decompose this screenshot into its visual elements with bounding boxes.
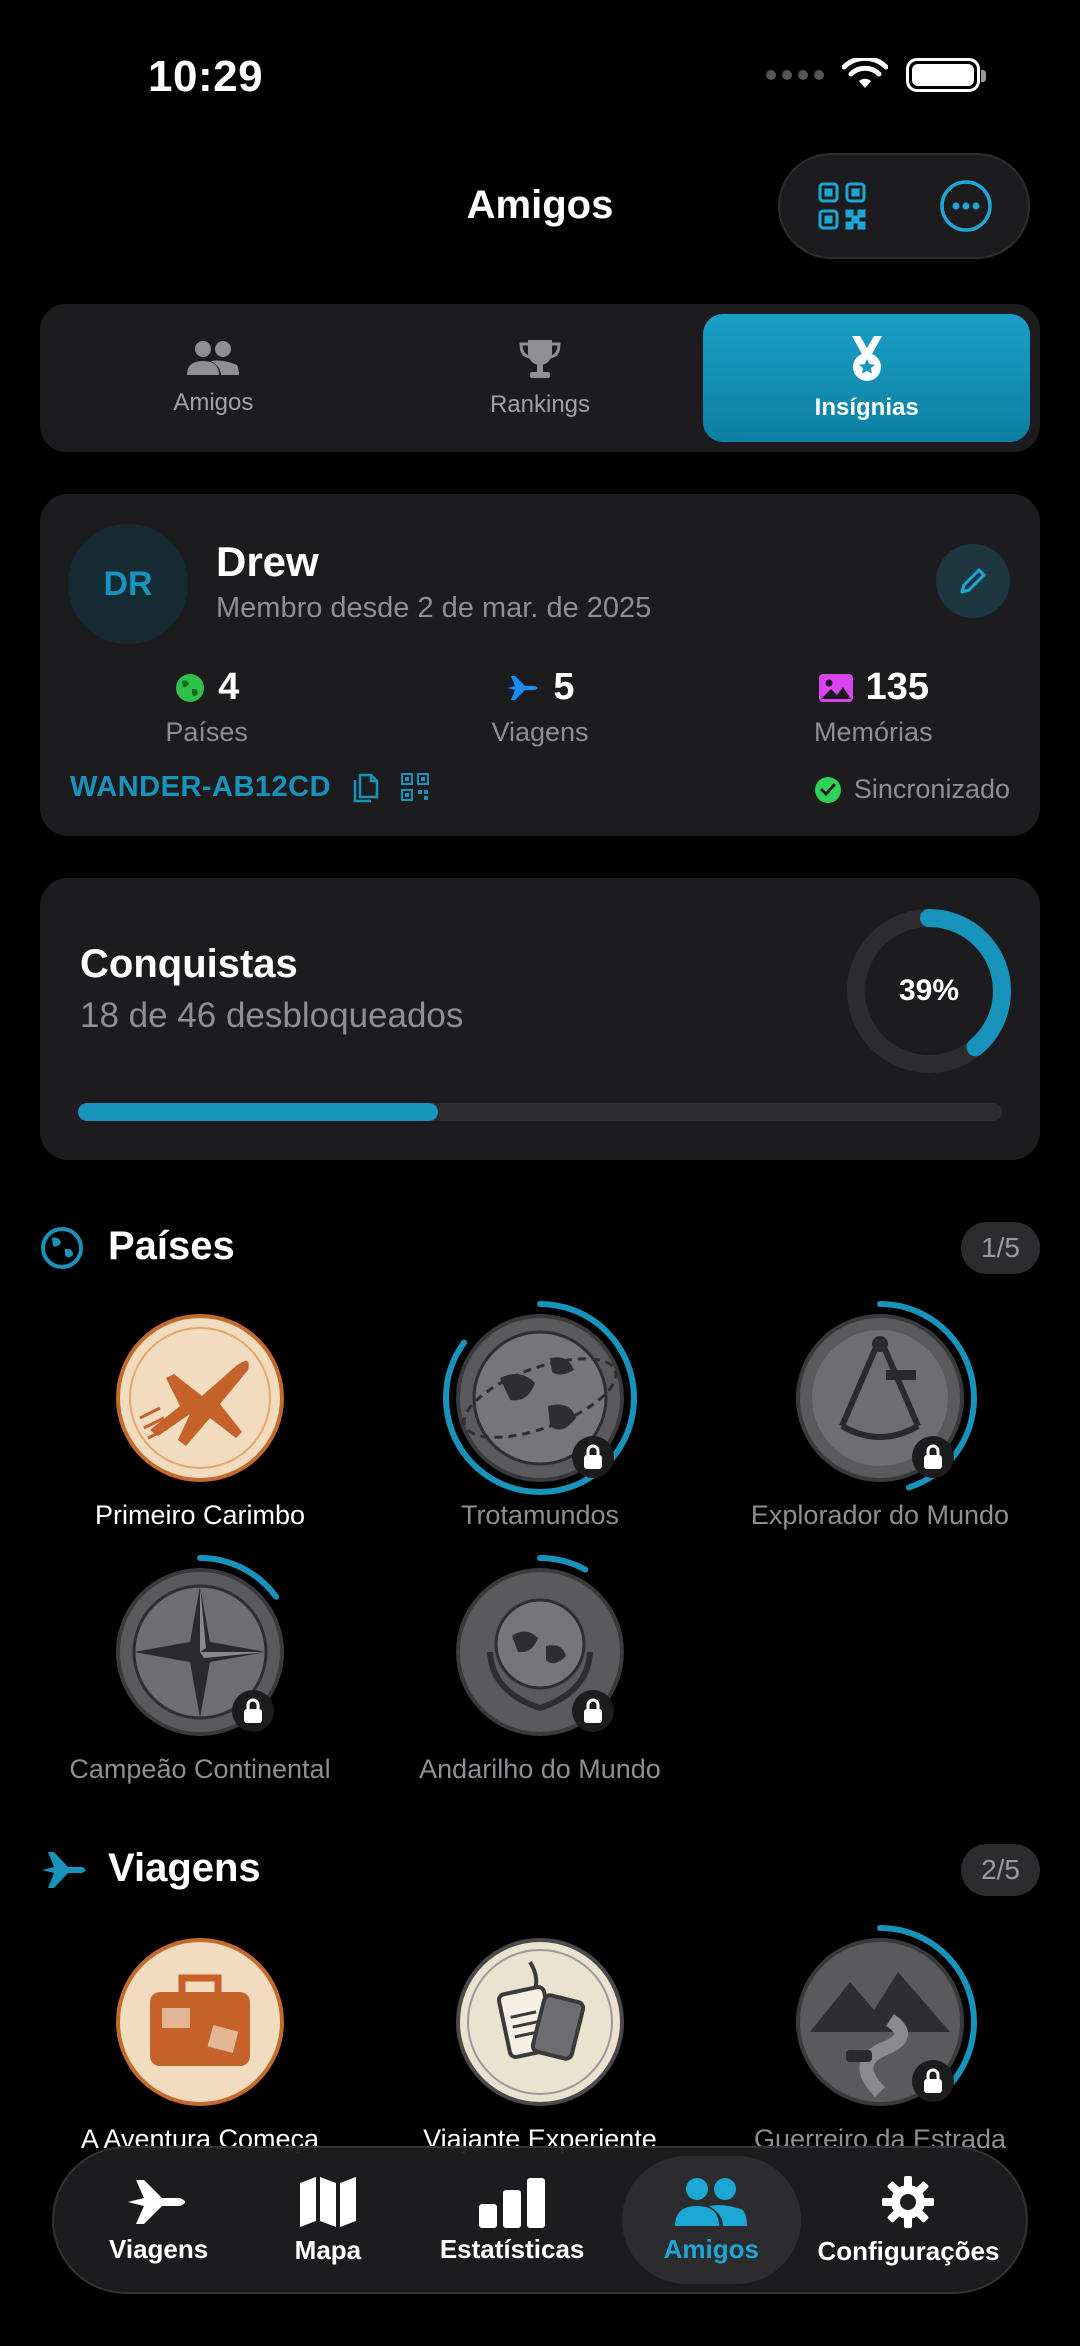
badge-campeao-continental[interactable]: Campeão Continental: [30, 1555, 370, 1785]
achievements-progress-fill: [78, 1103, 439, 1121]
qr-code-icon[interactable]: [401, 773, 430, 801]
badge-label: Primeiro Carimbo: [94, 1500, 306, 1530]
medal-icon: [851, 336, 882, 381]
lock-icon: [572, 1690, 614, 1732]
lock-icon: [912, 1436, 954, 1478]
badge-andarilho-do-mundo[interactable]: Andarilho do Mundo: [370, 1555, 710, 1785]
sync-status-label: Sincronizado: [853, 774, 1010, 804]
qr-code-button[interactable]: [802, 166, 882, 246]
globe-icon: [176, 673, 205, 702]
status-indicators: [766, 58, 986, 92]
stat-memories: 135 Memórias: [707, 666, 1040, 748]
badge-label: Trotamundos: [460, 1500, 620, 1530]
pencil-icon: [960, 568, 986, 594]
profile-card: DR Drew Membro desde 2 de mar. de 2025 4…: [40, 494, 1040, 836]
qr-code-icon: [818, 182, 866, 230]
tab-estatisticas-label: Estatísticas: [439, 2233, 585, 2264]
member-since: Membro desde 2 de mar. de 2025: [216, 592, 652, 624]
badge-label: Explorador do Mundo: [750, 1500, 1010, 1530]
stat-trips: 5 Viagens: [373, 666, 706, 748]
section-trips-title: Viagens: [108, 1846, 261, 1890]
cellular-signal-icon: [766, 70, 824, 80]
achievements-title: Conquistas: [80, 942, 298, 986]
achievements-percent: 39%: [898, 974, 960, 1007]
airplane-icon: [42, 1852, 86, 1888]
friend-code-row: WANDER-AB12CD: [70, 770, 430, 804]
lock-icon: [912, 2060, 954, 2102]
people-icon: [675, 2177, 748, 2226]
achievements-progress-bar: [78, 1103, 1002, 1121]
tab-configuracoes-label: Configurações: [817, 2235, 1000, 2266]
sync-status: Sincronizado: [814, 774, 1010, 805]
trophy-icon: [519, 340, 561, 378]
tab-amigos[interactable]: Amigos: [50, 314, 377, 442]
bar-chart-icon: [479, 2177, 546, 2228]
nav-header: Amigos: [0, 150, 1080, 270]
friend-code: WANDER-AB12CD: [70, 770, 332, 803]
status-bar: 10:29: [0, 0, 1080, 150]
tab-insignias[interactable]: Insígnias: [703, 314, 1031, 442]
stat-countries-label: Países: [165, 717, 248, 747]
tab-rankings-label: Rankings: [489, 391, 591, 418]
tab-viagens[interactable]: Viagens: [64, 2156, 253, 2284]
badge-label: Andarilho do Mundo: [419, 1754, 661, 1784]
badge-label: Campeão Continental: [69, 1754, 331, 1784]
header-actions: [778, 153, 1030, 259]
tab-mapa-label: Mapa: [294, 2234, 362, 2265]
tab-rankings[interactable]: Rankings: [377, 314, 704, 442]
lock-icon: [572, 1436, 614, 1478]
luggage-tags-icon: [456, 1938, 624, 2106]
copy-icon[interactable]: [351, 770, 381, 804]
avatar: DR: [68, 524, 188, 644]
segmented-control: Amigos Rankings Insígnias: [40, 304, 1040, 452]
status-time: 10:29: [148, 52, 264, 101]
more-icon: [940, 180, 992, 232]
people-icon: [187, 341, 240, 375]
photo-icon: [818, 673, 853, 702]
wifi-icon: [842, 58, 888, 88]
map-icon: [299, 2176, 356, 2227]
tab-amigos-bottom-label: Amigos: [663, 2233, 759, 2264]
profile-name: Drew: [216, 538, 319, 585]
stat-memories-value: 135: [865, 666, 930, 708]
badge-guerreiro-da-estrada[interactable]: Guerreiro da Estrada: [710, 1925, 1050, 2155]
lock-icon: [232, 1690, 274, 1732]
tab-configuracoes[interactable]: Configurações: [801, 2156, 1016, 2284]
stat-trips-label: Viagens: [491, 717, 589, 747]
stat-countries-value: 4: [218, 666, 240, 708]
badge-a-aventura-comeca[interactable]: A Aventura Começa: [30, 1932, 370, 2155]
section-trips-header: Viagens 2/5: [40, 1840, 1040, 1900]
tab-amigos-label: Amigos: [173, 389, 254, 416]
badge-primeiro-carimbo[interactable]: Primeiro Carimbo: [30, 1308, 370, 1531]
tab-mapa[interactable]: Mapa: [253, 2156, 402, 2284]
achievements-card: Conquistas 18 de 46 desbloqueados 39%: [40, 878, 1040, 1160]
badge-trotamundos[interactable]: Trotamundos: [370, 1301, 710, 1531]
gear-icon: [882, 2175, 935, 2228]
section-trips-count: 2/5: [961, 1844, 1040, 1896]
badge-explorador-do-mundo[interactable]: Explorador do Mundo: [710, 1301, 1050, 1531]
edit-profile-button[interactable]: [936, 544, 1010, 618]
section-countries-title: Países: [108, 1224, 235, 1268]
tab-amigos-bottom[interactable]: Amigos: [621, 2156, 801, 2284]
tab-estatisticas[interactable]: Estatísticas: [403, 2156, 622, 2284]
section-countries-header: Países 1/5: [40, 1218, 1040, 1278]
section-countries-count: 1/5: [961, 1222, 1040, 1274]
more-options-button[interactable]: [926, 166, 1006, 246]
badge-viajante-experiente[interactable]: Viajante Experiente: [370, 1932, 710, 2155]
checkmark-circle-icon: [814, 776, 841, 803]
battery-icon: [906, 58, 986, 92]
airplane-icon: [127, 2179, 185, 2224]
stat-trips-value: 5: [553, 666, 575, 708]
stat-memories-label: Memórias: [814, 717, 933, 747]
tab-viagens-label: Viagens: [108, 2233, 209, 2264]
airplane-stamp-icon: [116, 1314, 284, 1482]
stat-countries: 4 Países: [40, 666, 373, 748]
achievements-subtitle: 18 de 46 desbloqueados: [80, 996, 464, 1035]
airplane-icon: [507, 675, 538, 700]
suitcase-icon: [116, 1938, 284, 2106]
tab-insignias-label: Insígnias: [814, 394, 919, 421]
profile-stats: 4 Países 5 Viagens 135 Memórias: [40, 666, 1040, 748]
globe-icon: [41, 1227, 83, 1269]
tab-bar: Viagens Mapa Estatísticas Amigos Configu…: [52, 2146, 1028, 2294]
